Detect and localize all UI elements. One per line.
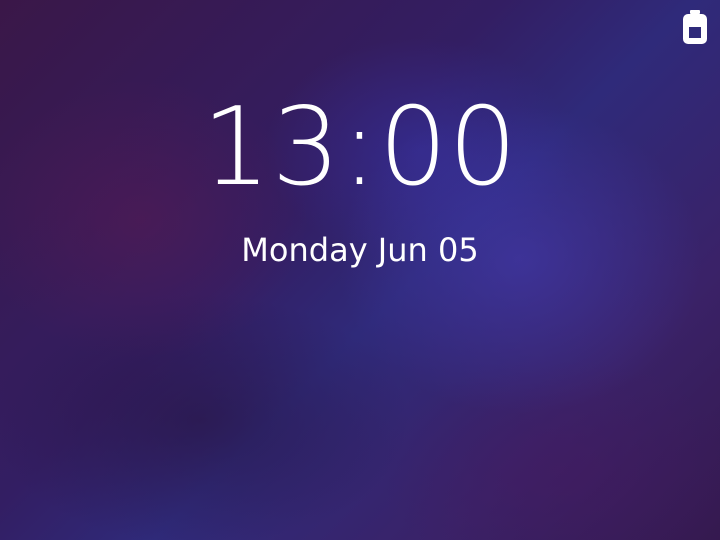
lock-screen: 13:00 Monday Jun 05: [0, 0, 720, 540]
battery-icon: [683, 10, 707, 44]
clock-time: 13:00: [201, 85, 519, 210]
status-area: [680, 10, 710, 46]
clock-date: Monday Jun 05: [241, 231, 479, 269]
clock: 13:00 Monday Jun 05: [0, 88, 720, 270]
